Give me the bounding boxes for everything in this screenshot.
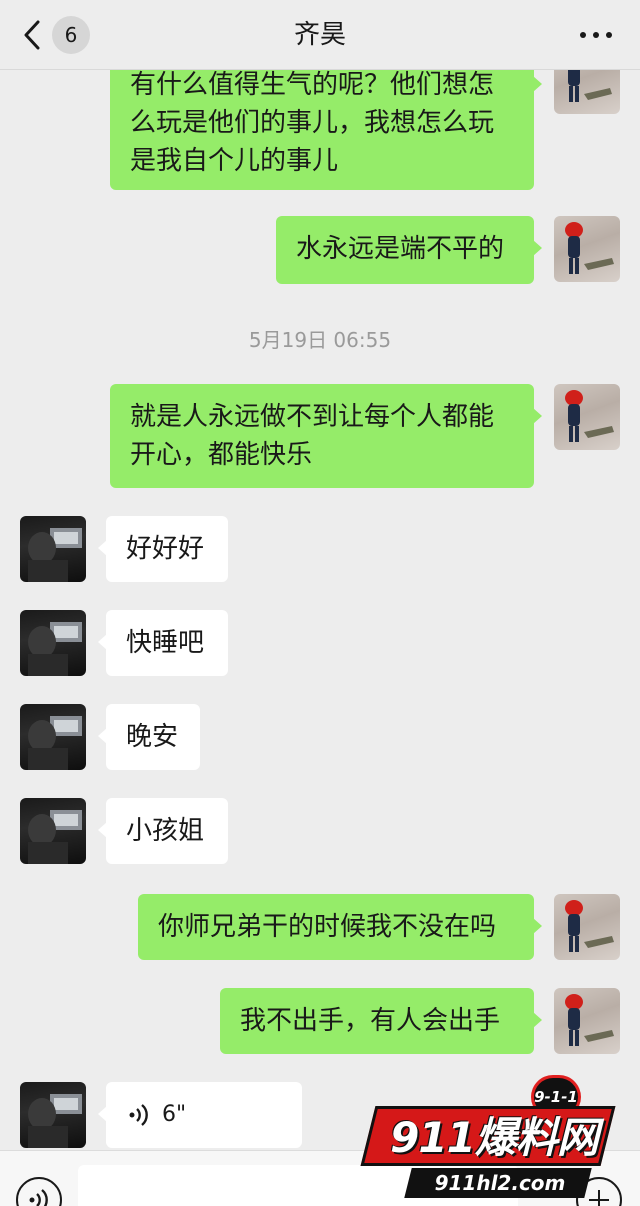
voice-duration: 6"	[162, 1102, 187, 1127]
contact-avatar[interactable]	[20, 798, 86, 864]
contact-avatar[interactable]	[20, 1082, 86, 1148]
watermark-url: 911hl2.com	[434, 1171, 566, 1195]
watermark-text: 911爆料网	[390, 1113, 599, 1162]
message-list[interactable]: 有什么值得生气的呢？他们想怎 么玩是他们的事儿，我想怎么玩 是我自个儿的事儿 水…	[0, 0, 640, 1150]
self-avatar[interactable]	[554, 894, 620, 960]
back-chevron-icon	[24, 20, 40, 50]
self-avatar[interactable]	[554, 384, 620, 450]
message-timestamp: 5月19日 06:55	[248, 328, 392, 352]
message-bubble[interactable]: 好好好	[98, 516, 228, 582]
self-avatar[interactable]	[554, 216, 620, 282]
message-bubble[interactable]: 小孩姐	[98, 798, 228, 864]
chat-title: 齐昊	[293, 20, 346, 50]
back-button[interactable]: 6	[16, 14, 96, 56]
voice-message-bubble[interactable]: 6"	[98, 1082, 302, 1148]
contact-avatar[interactable]	[20, 610, 86, 676]
message-bubble[interactable]: 你师兄弟干的时候我不没在吗	[138, 894, 542, 960]
contact-avatar[interactable]	[20, 516, 86, 582]
message-bubble[interactable]: 就是人永远做不到让每个人都能 开心，都能快乐	[110, 384, 542, 488]
voice-wave-icon	[129, 1104, 148, 1126]
message-bubble[interactable]: 有什么值得生气的呢？他们想怎 么玩是他们的事儿，我想怎么玩 是我自个儿的事儿	[110, 52, 542, 190]
message-bubble[interactable]: 晚安	[98, 704, 200, 770]
chat-header: 6 齐昊	[0, 0, 640, 70]
watermark-logo: 9-1-1 911爆料网 911hl2.com	[350, 1072, 630, 1206]
voice-input-icon	[29, 1189, 48, 1206]
message-bubble[interactable]: 水永远是端不平的	[276, 216, 542, 284]
contact-avatar[interactable]	[20, 704, 86, 770]
unread-count-badge: 6	[52, 16, 90, 54]
self-avatar[interactable]	[554, 988, 620, 1054]
more-button[interactable]	[580, 30, 612, 40]
voice-input-button[interactable]	[16, 1177, 62, 1206]
message-bubble[interactable]: 我不出手，有人会出手	[220, 988, 542, 1054]
message-bubble[interactable]: 快睡吧	[98, 610, 228, 676]
